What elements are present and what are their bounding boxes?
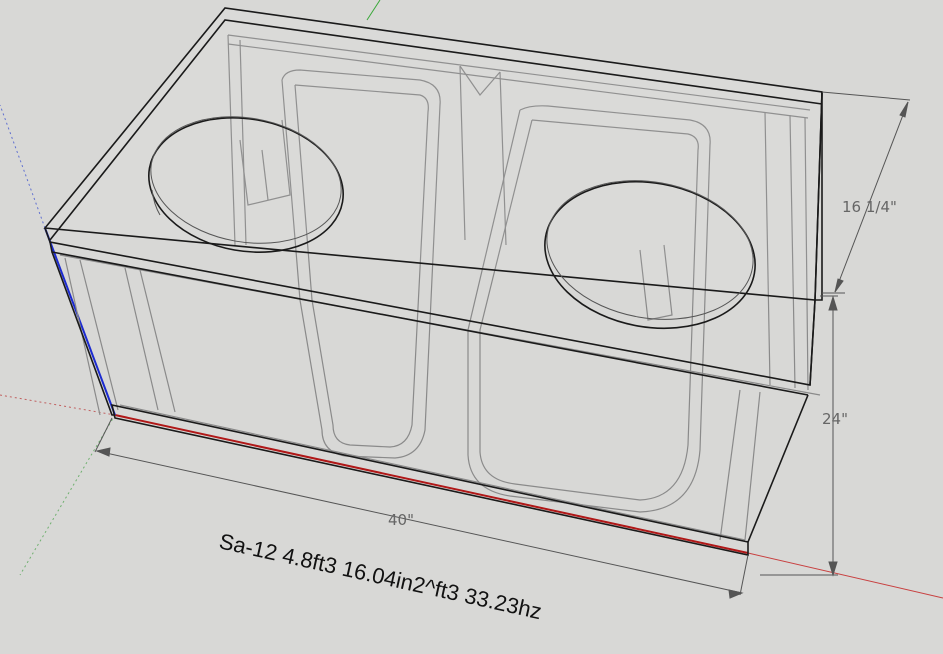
dimension-width-label: 40" [388, 511, 414, 529]
top-panel[interactable] [43, 7, 823, 301]
green-axis-dotted [19, 414, 116, 576]
red-axis [114, 414, 749, 554]
sketchup-viewport[interactable]: 16 1/4" 24" 40" Sa-12 4.8ft3 16.04in2^ft… [0, 0, 943, 654]
green-axis [366, 0, 381, 21]
dimension-depth-label: 16 1/4" [842, 198, 897, 216]
dimension-width: 40" [94, 417, 749, 599]
dimension-height: 24" [760, 295, 848, 577]
blue-axis-dotted [0, 104, 46, 229]
model-caption: Sa-12 4.8ft3 16.04in2^ft3 33.23hz [217, 528, 544, 624]
blue-axis [44, 227, 116, 416]
dimension-depth: 16 1/4" [821, 91, 911, 294]
dimension-height-label: 24" [822, 410, 848, 428]
